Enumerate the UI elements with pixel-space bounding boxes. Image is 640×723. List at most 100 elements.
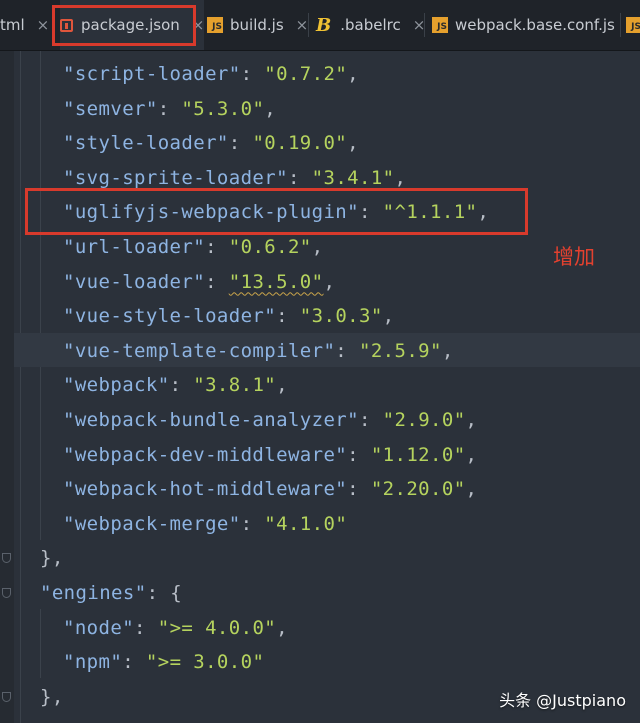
json-key: "vue-loader" [63, 270, 206, 293]
json-value: "2.9.0" [382, 409, 466, 431]
json-key: "engines" [40, 582, 147, 604]
json-key: "semver" [63, 97, 158, 120]
tab-divider [620, 13, 621, 37]
highlight-box-line [25, 188, 528, 235]
code-line: "npm": ">= 3.0.0" [63, 645, 264, 679]
json-punct: : [146, 582, 171, 604]
json-punct: , [323, 270, 336, 293]
js-file-icon: JS [432, 17, 448, 33]
close-icon[interactable]: × [296, 16, 309, 34]
json-punct: : [169, 374, 194, 397]
code-line: "node": ">= 4.0.0", [63, 611, 288, 645]
json-key: "webpack-bundle-analyzer" [63, 409, 359, 431]
json-punct: , [465, 478, 478, 501]
json-punct: : [358, 409, 383, 431]
json-value: "0.7.2" [264, 63, 348, 85]
json-value: "1.12.0" [370, 443, 466, 466]
json-punct: : [240, 512, 265, 535]
tab-overflow[interactable]: JS [626, 0, 640, 50]
code-line: "webpack-hot-middleware": "2.20.0", [63, 472, 477, 506]
json-key: "node" [63, 616, 135, 639]
fold-marker-icon[interactable] [2, 691, 11, 702]
code-line: "style-loader": "0.19.0", [63, 126, 359, 160]
code-editor[interactable]: "script-loader": "0.7.2", "semver": "5.3.… [0, 51, 640, 723]
code-line: }, [40, 541, 64, 575]
tab-label: .babelrc [340, 16, 401, 34]
tab-label: build.js [230, 16, 284, 34]
json-key: "script-loader" [63, 63, 241, 85]
json-punct: { [170, 582, 183, 604]
code-line: "webpack-merge": "4.1.0" [63, 507, 347, 541]
tab-build-js[interactable]: JS build.js × [207, 0, 308, 50]
tab-babelrc[interactable]: B .babelrc × [316, 0, 425, 50]
json-punct: : [347, 478, 371, 501]
json-value: "3.4.1" [311, 166, 395, 189]
babel-file-icon: B [316, 14, 332, 36]
tab-divider [424, 13, 425, 37]
json-punct: : [276, 305, 300, 328]
highlight-box-tab [52, 5, 196, 46]
json-value: "2.20.0" [370, 478, 466, 501]
json-key: "vue-template-compiler" [63, 339, 336, 362]
json-punct: , [276, 616, 288, 639]
tab-webpack-base-conf[interactable]: JS webpack.base.conf.js [432, 0, 615, 50]
json-punct: : [205, 270, 229, 293]
json-punct: }, [40, 685, 64, 708]
json-punct: : [240, 63, 265, 85]
tab-label: webpack.base.conf.js [455, 16, 615, 34]
indent-guide [20, 51, 21, 723]
json-punct: , [382, 305, 395, 328]
code-line: "engines": { [40, 576, 182, 610]
indent-guide [40, 609, 41, 678]
json-value: "0.19.0" [252, 132, 348, 155]
json-value: "3.8.1" [193, 374, 277, 397]
json-punct: , [465, 409, 478, 431]
json-key: "vue-style-loader" [63, 305, 277, 328]
code-line: "vue-loader": "13.5.0", [63, 265, 335, 299]
json-punct: }, [40, 547, 64, 570]
code-line: "semver": "5.3.0", [63, 92, 276, 126]
code-line: "url-loader": "0.6.2", [63, 230, 323, 264]
json-value: "3.0.3" [299, 305, 383, 328]
json-value: ">= 4.0.0" [157, 616, 277, 639]
json-key: "webpack-merge" [63, 512, 241, 535]
json-punct: : [134, 616, 158, 639]
json-key: "style-loader" [63, 132, 229, 155]
code-line: "script-loader": "0.7.2", [63, 57, 359, 91]
json-punct: , [394, 166, 407, 189]
json-key: "npm" [63, 651, 123, 674]
js-file-icon: JS [626, 17, 640, 33]
json-punct: : [228, 132, 253, 155]
fold-marker-icon[interactable] [2, 588, 11, 598]
annotation-note: 增加 [553, 245, 595, 269]
json-punct: , [276, 374, 288, 397]
json-punct: : [122, 651, 146, 674]
json-punct: , [441, 339, 454, 362]
json-punct: : [347, 443, 371, 466]
json-key: "webpack" [63, 374, 170, 397]
tab-label: tml [0, 16, 25, 34]
json-key: "webpack-hot-middleware" [63, 478, 348, 501]
json-punct: , [264, 97, 277, 120]
close-icon[interactable]: × [37, 16, 50, 34]
json-punct: , [347, 132, 359, 155]
json-value: ">= 3.0.0" [145, 651, 265, 674]
json-value: "2.5.9" [358, 339, 442, 362]
json-punct: , [311, 236, 324, 258]
json-key: "webpack-dev-middleware" [63, 443, 348, 466]
json-key: "svg-sprite-loader" [63, 166, 288, 189]
json-value: "0.6.2" [228, 236, 312, 258]
json-punct: : [157, 97, 182, 120]
editor-gutter [0, 51, 14, 723]
json-punct: , [347, 63, 359, 85]
json-value: "13.5.0" [228, 270, 324, 293]
code-line: "vue-template-compiler": "2.5.9", [63, 334, 454, 368]
watermark: 头条 @Justpiano [499, 691, 626, 710]
code-line: "vue-style-loader": "3.0.3", [63, 299, 395, 333]
tab-html[interactable]: tml × [0, 0, 49, 50]
json-value: "4.1.0" [264, 512, 348, 535]
js-file-icon: JS [207, 17, 223, 33]
json-punct: : [335, 339, 359, 362]
tab-divider [308, 13, 309, 37]
json-key: "url-loader" [63, 236, 206, 258]
